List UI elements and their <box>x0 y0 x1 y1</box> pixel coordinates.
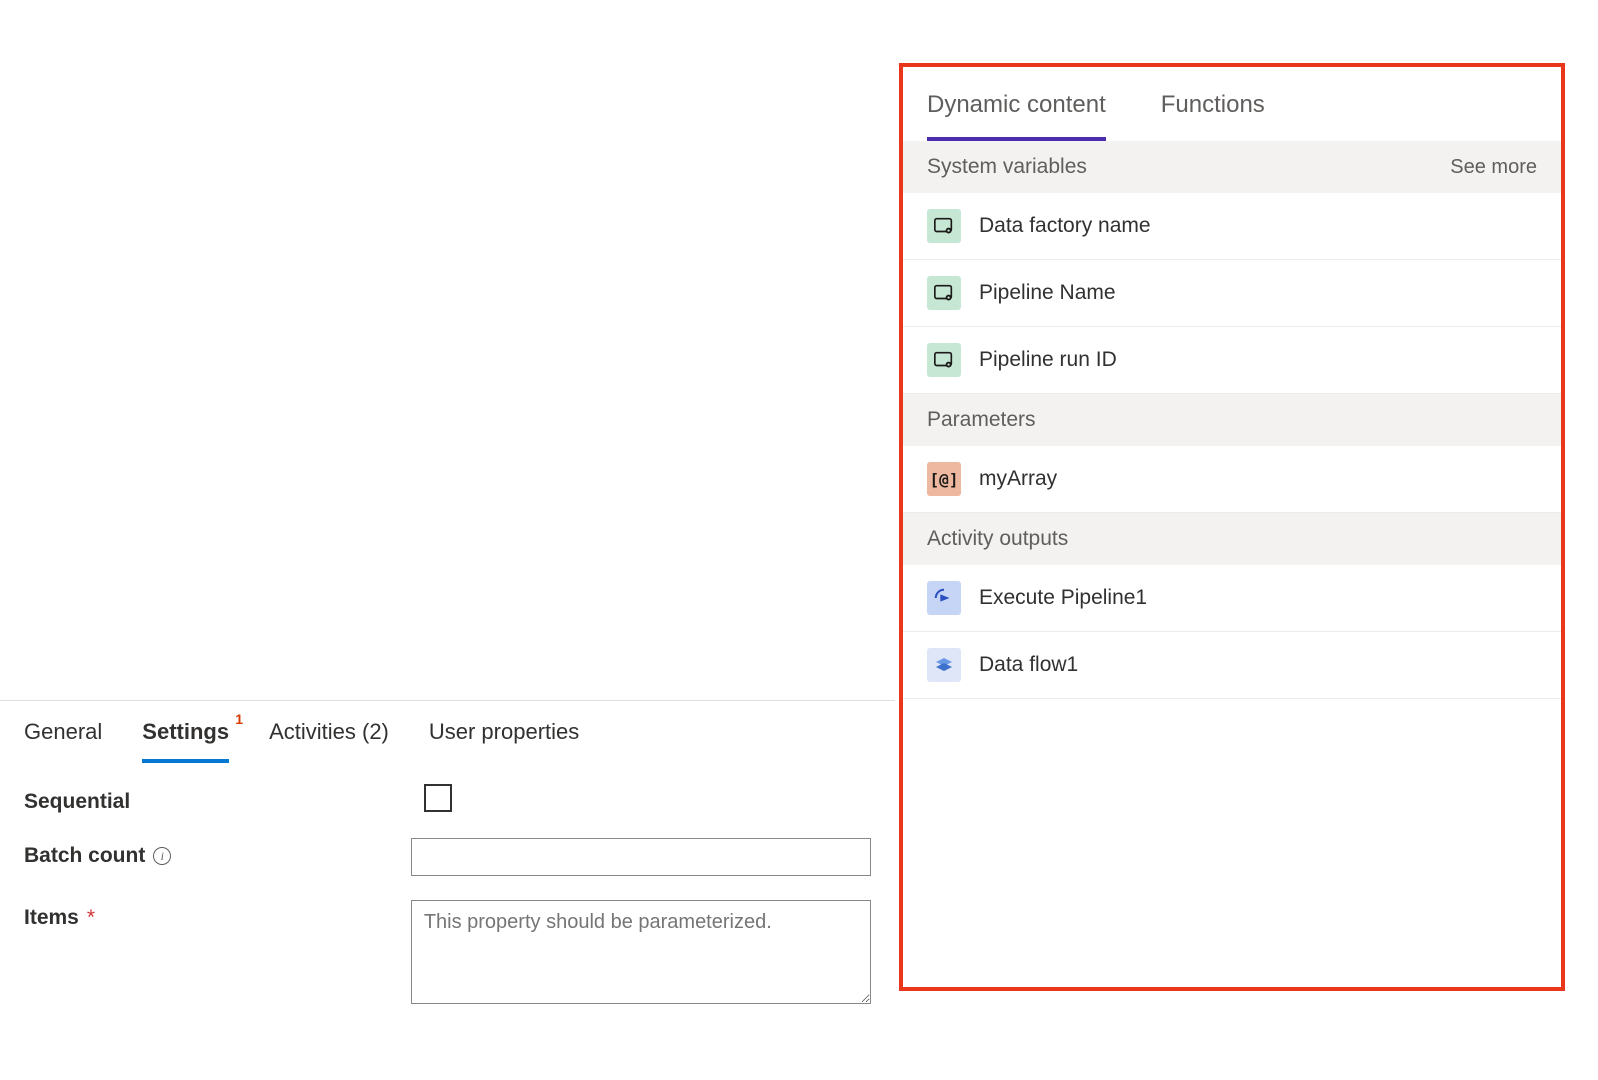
parameter-myarray[interactable]: [@] myArray <box>903 446 1561 513</box>
section-system-variables: System variables See more <box>903 141 1561 193</box>
data-flow-icon <box>927 648 961 682</box>
info-icon[interactable]: i <box>153 847 171 865</box>
section-activity-outputs: Activity outputs <box>903 513 1561 565</box>
activity-output-label: Execute Pipeline1 <box>979 586 1147 610</box>
tab-activities[interactable]: Activities (2) <box>269 719 389 763</box>
execute-pipeline-icon <box>927 581 961 615</box>
dynamic-content-panel: Dynamic content Functions System variabl… <box>899 63 1565 991</box>
sysvar-label: Pipeline run ID <box>979 348 1117 372</box>
label-batch-count: Batch count i <box>24 838 411 868</box>
tab-general[interactable]: General <box>24 719 102 763</box>
activity-output-data-flow1[interactable]: Data flow1 <box>903 632 1561 699</box>
input-items[interactable] <box>411 900 871 1004</box>
system-variable-icon <box>927 343 961 377</box>
settings-form: Sequential Batch count i Items * <box>0 764 895 1004</box>
section-parameters-title: Parameters <box>927 408 1036 432</box>
tab-settings-label: Settings <box>142 719 229 744</box>
checkbox-sequential[interactable] <box>424 784 452 812</box>
required-asterisk: * <box>87 906 95 930</box>
label-sequential: Sequential <box>24 784 424 814</box>
parameter-icon: [@] <box>927 462 961 496</box>
sysvar-data-factory-name[interactable]: Data factory name <box>903 193 1561 260</box>
section-activity-outputs-title: Activity outputs <box>927 527 1068 551</box>
parameter-label: myArray <box>979 467 1057 491</box>
tab-functions[interactable]: Functions <box>1161 91 1265 141</box>
properties-tabs: General Settings 1 Activities (2) User p… <box>0 701 895 764</box>
activity-output-label: Data flow1 <box>979 653 1078 677</box>
tab-settings-badge: 1 <box>235 711 243 727</box>
tab-settings[interactable]: Settings 1 <box>142 719 229 763</box>
activity-properties-panel: General Settings 1 Activities (2) User p… <box>0 700 895 1028</box>
input-batch-count[interactable] <box>411 838 871 876</box>
activity-output-execute-pipeline1[interactable]: Execute Pipeline1 <box>903 565 1561 632</box>
row-sequential: Sequential <box>24 784 871 814</box>
system-variable-icon <box>927 276 961 310</box>
section-parameters: Parameters <box>903 394 1561 446</box>
sysvar-pipeline-run-id[interactable]: Pipeline run ID <box>903 327 1561 394</box>
tab-dynamic-content[interactable]: Dynamic content <box>927 91 1106 141</box>
see-more-sysvars[interactable]: See more <box>1450 156 1537 179</box>
section-system-variables-title: System variables <box>927 155 1087 179</box>
row-batch-count: Batch count i <box>24 838 871 876</box>
label-items-text: Items <box>24 906 79 930</box>
label-items: Items * <box>24 900 411 930</box>
system-variable-icon <box>927 209 961 243</box>
dynamic-panel-tabs: Dynamic content Functions <box>903 67 1561 141</box>
row-items: Items * <box>24 900 871 1004</box>
label-batch-count-text: Batch count <box>24 844 145 868</box>
sysvar-pipeline-name[interactable]: Pipeline Name <box>903 260 1561 327</box>
sysvar-label: Data factory name <box>979 214 1151 238</box>
sysvar-label: Pipeline Name <box>979 281 1116 305</box>
tab-user-properties[interactable]: User properties <box>429 719 579 763</box>
